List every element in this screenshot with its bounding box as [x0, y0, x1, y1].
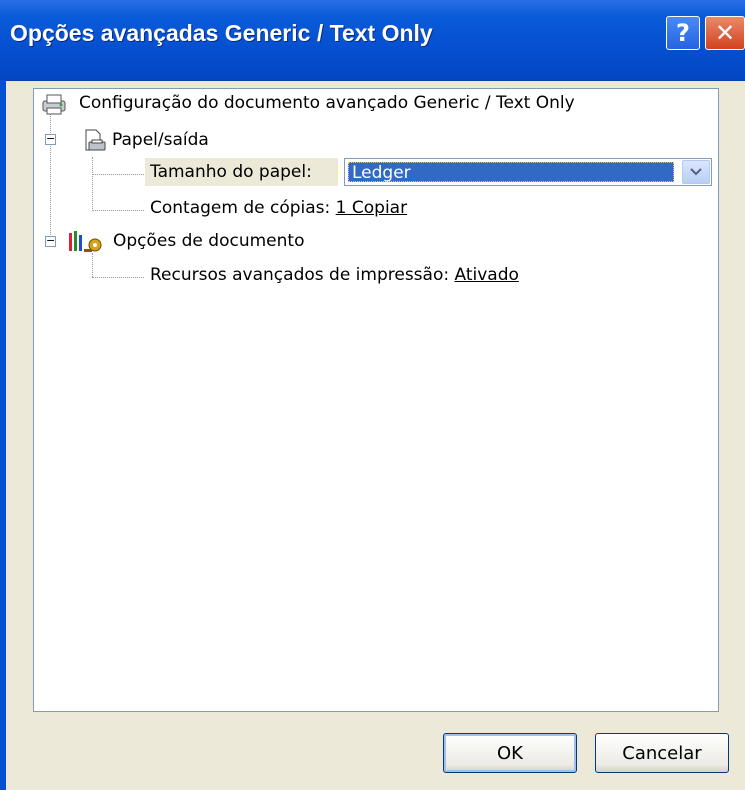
copy-count-label: Contagem de cópias:: [150, 198, 331, 218]
paper-output-icon: [85, 129, 106, 151]
help-button[interactable]: ?: [666, 16, 700, 50]
close-button[interactable]: ✕: [705, 16, 745, 50]
collapse-toggle-paper[interactable]: −: [45, 133, 56, 145]
tree-connector: [92, 210, 144, 211]
window-title: Opções avançadas Generic / Text Only: [10, 20, 433, 46]
tree-connector: [92, 253, 93, 277]
advanced-features-value[interactable]: Ativado: [455, 265, 519, 285]
document-options-icon: [69, 231, 102, 252]
advanced-features-label: Recursos avançados de impressão:: [150, 265, 450, 285]
tree-item-paper-output[interactable]: Papel/saída: [112, 129, 209, 151]
tree-root[interactable]: Configuração do documento avançado Gener…: [79, 92, 575, 114]
paper-size-value: Ledger: [348, 162, 674, 183]
cancel-button[interactable]: Cancelar: [595, 733, 729, 773]
close-icon: ✕: [714, 19, 736, 47]
tree-connector: [92, 157, 93, 211]
tree-connector: [92, 174, 144, 175]
paper-size-label[interactable]: Tamanho do papel:: [150, 161, 312, 183]
window-frame: [0, 80, 6, 790]
printer-icon: [42, 94, 66, 115]
collapse-toggle-document-options[interactable]: −: [45, 235, 56, 247]
help-icon: ?: [676, 19, 690, 47]
advanced-features-item[interactable]: Recursos avançados de impressão: Ativado: [150, 264, 519, 286]
copy-count-item[interactable]: Contagem de cópias: 1 Copiar: [150, 197, 407, 219]
tree-item-document-options[interactable]: Opções de documento: [113, 230, 304, 252]
tree-connector: [92, 277, 144, 278]
paper-size-select[interactable]: Ledger: [344, 158, 712, 186]
dropdown-button[interactable]: [682, 160, 710, 184]
copy-count-value[interactable]: 1 Copiar: [336, 198, 407, 218]
ok-button[interactable]: OK: [443, 733, 577, 773]
title-bar[interactable]: Opções avançadas Generic / Text Only ? ✕: [0, 0, 745, 81]
chevron-down-icon: [690, 168, 702, 176]
